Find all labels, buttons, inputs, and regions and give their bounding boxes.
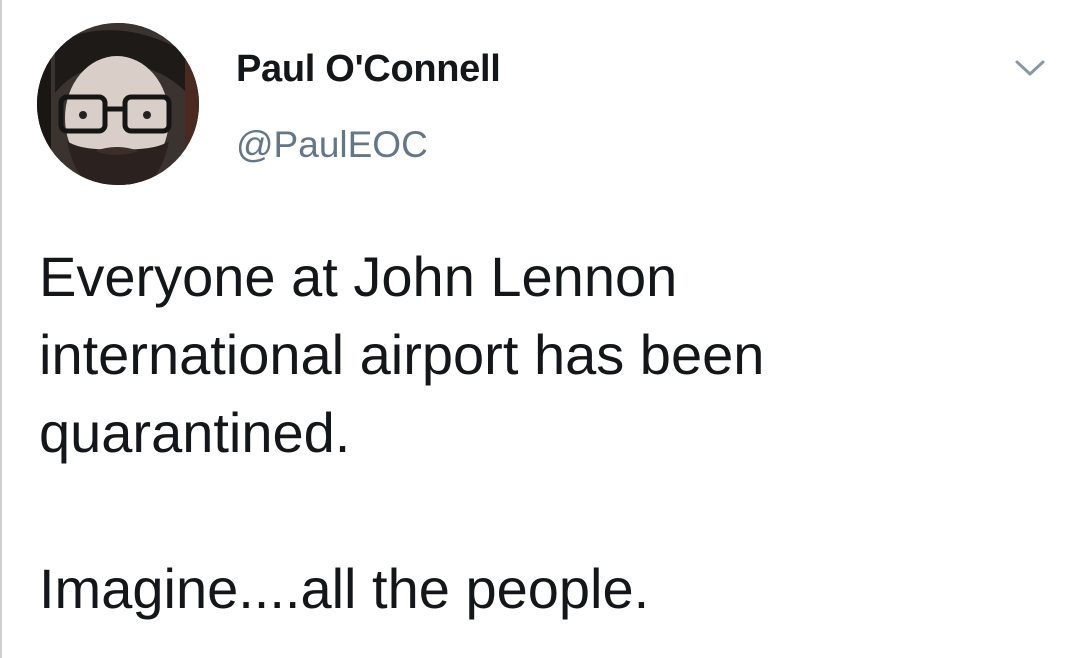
tweet-options-button[interactable]: [1008, 52, 1052, 84]
chevron-down-icon: [1015, 60, 1045, 76]
tweet-text-line: quarantined.: [39, 401, 351, 464]
tweet-text-line: international airport has been: [39, 323, 765, 386]
window-edge: [0, 0, 2, 658]
tweet-text-line: Everyone at John Lennon: [39, 245, 678, 308]
avatar[interactable]: [37, 23, 199, 185]
author-display-name[interactable]: Paul O'Connell: [236, 48, 501, 91]
tweet-punchline: Imagine....all the people.: [39, 557, 650, 620]
user-avatar-icon: [37, 23, 199, 185]
tweet-text: Everyone at John Lennon international ai…: [39, 238, 1049, 628]
author-handle[interactable]: @PaulEOC: [236, 124, 428, 166]
